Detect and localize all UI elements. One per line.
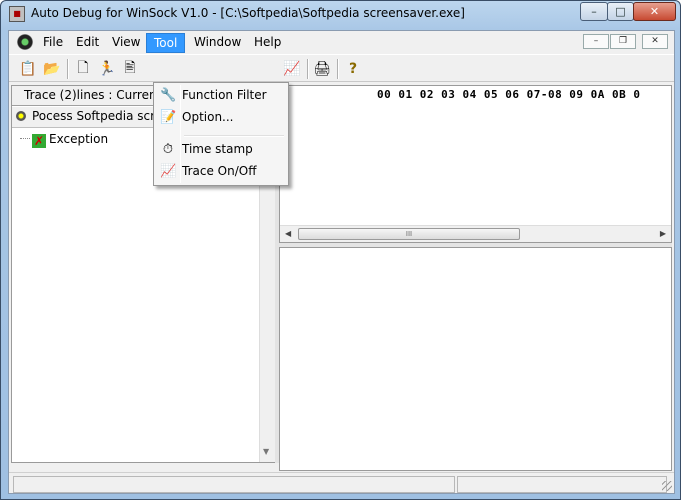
app-window: ■ Auto Debug for WinSock V1.0 - [C:\Soft… [0,0,681,500]
toolbar-separator [67,59,69,79]
scroll-right-arrow-icon[interactable]: ▶ [660,229,666,238]
tree-connector [20,138,30,139]
maximize-button[interactable]: □ [607,2,634,21]
filter-icon: 🔧 [160,88,177,103]
scroll-left-arrow-icon[interactable]: ◀ [285,229,291,238]
stopwatch-icon: ⏱ [162,142,174,157]
menu-separator [184,135,284,137]
close-button[interactable]: ✕ [633,2,676,21]
menu-item-function-filter[interactable]: 🔧 Function Filter [156,85,286,107]
toolbar-separator [337,59,339,79]
mdi-child-icon[interactable] [17,34,33,50]
menu-item-option[interactable]: 📝 Option... [156,107,286,129]
menu-item-label: Trace On/Off [182,164,257,178]
exception-icon: ✗ [32,134,46,148]
status-cell-main [13,476,455,493]
toolbar-separator [307,59,309,79]
tree-item-exception[interactable]: ✗ Exception [20,132,108,148]
mdi-restore-button[interactable]: ❐ [610,34,636,49]
chart-icon[interactable]: 📈 [281,58,303,80]
new-file-icon[interactable]: 🗋 [72,58,94,80]
menu-tool[interactable]: Tool [146,33,186,53]
scroll-thumb[interactable]: III [298,228,520,240]
minimize-button[interactable]: – [580,2,608,21]
menu-view[interactable]: View [105,33,147,53]
trace-icon: 📈 [160,164,177,179]
text-file-icon[interactable]: 🖹 [119,58,141,80]
scroll-down-arrow-icon[interactable]: ▼ [263,447,269,456]
tree-item-label: Exception [49,132,109,146]
menu-item-trace-toggle[interactable]: 📈 Trace On/Off [156,161,286,183]
horizontal-scrollbar[interactable]: ◀ III ▶ [280,225,671,242]
menu-window[interactable]: Window [187,33,248,53]
menu-edit[interactable]: Edit [69,33,106,53]
menu-file[interactable]: File [36,33,70,53]
hex-view-pane: 00 01 02 03 04 05 06 07-08 09 0A 0B 0 ◀ … [279,85,672,243]
app-bug-icon[interactable]: ■ [9,6,25,22]
menu-item-label: Option... [182,110,234,124]
option-icon: 📝 [160,110,177,125]
menu-item-label: Time stamp [182,142,253,156]
menu-help[interactable]: Help [247,33,288,53]
menu-item-label: Function Filter [182,88,267,102]
menu-item-time-stamp[interactable]: ⏱ Time stamp [156,139,286,161]
toolbar: 📋 📂 🗋 🏃 🖹 📈 🖨 ? [9,54,674,82]
hex-column-header: 00 01 02 03 04 05 06 07-08 09 0A 0B 0 [377,88,641,101]
mdi-close-button[interactable]: ✕ [642,34,668,49]
status-bar [9,472,674,493]
title-bar[interactable]: ■ Auto Debug for WinSock V1.0 - [C:\Soft… [1,1,680,27]
run-icon[interactable]: 🏃 [96,58,118,80]
mdi-minimize-button[interactable]: – [583,34,609,49]
print-icon[interactable]: 🖨 [311,58,333,80]
open-process-icon[interactable]: 📋 [17,58,39,80]
status-cell-secondary [457,476,667,493]
resize-grip[interactable] [662,481,672,491]
client-area: File Edit View Tool Window Help – ❐ ✕ 📋 … [8,30,675,494]
help-icon[interactable]: ? [342,58,364,80]
process-icon [16,111,26,121]
open-folder-icon[interactable]: 📂 [41,58,63,80]
tool-menu-dropdown: 🔧 Function Filter 📝 Option... ⏱ Time sta… [153,82,289,186]
detail-pane [279,247,672,471]
window-title: Auto Debug for WinSock V1.0 - [C:\Softpe… [31,6,465,20]
menu-bar: File Edit View Tool Window Help – ❐ ✕ [9,31,674,53]
